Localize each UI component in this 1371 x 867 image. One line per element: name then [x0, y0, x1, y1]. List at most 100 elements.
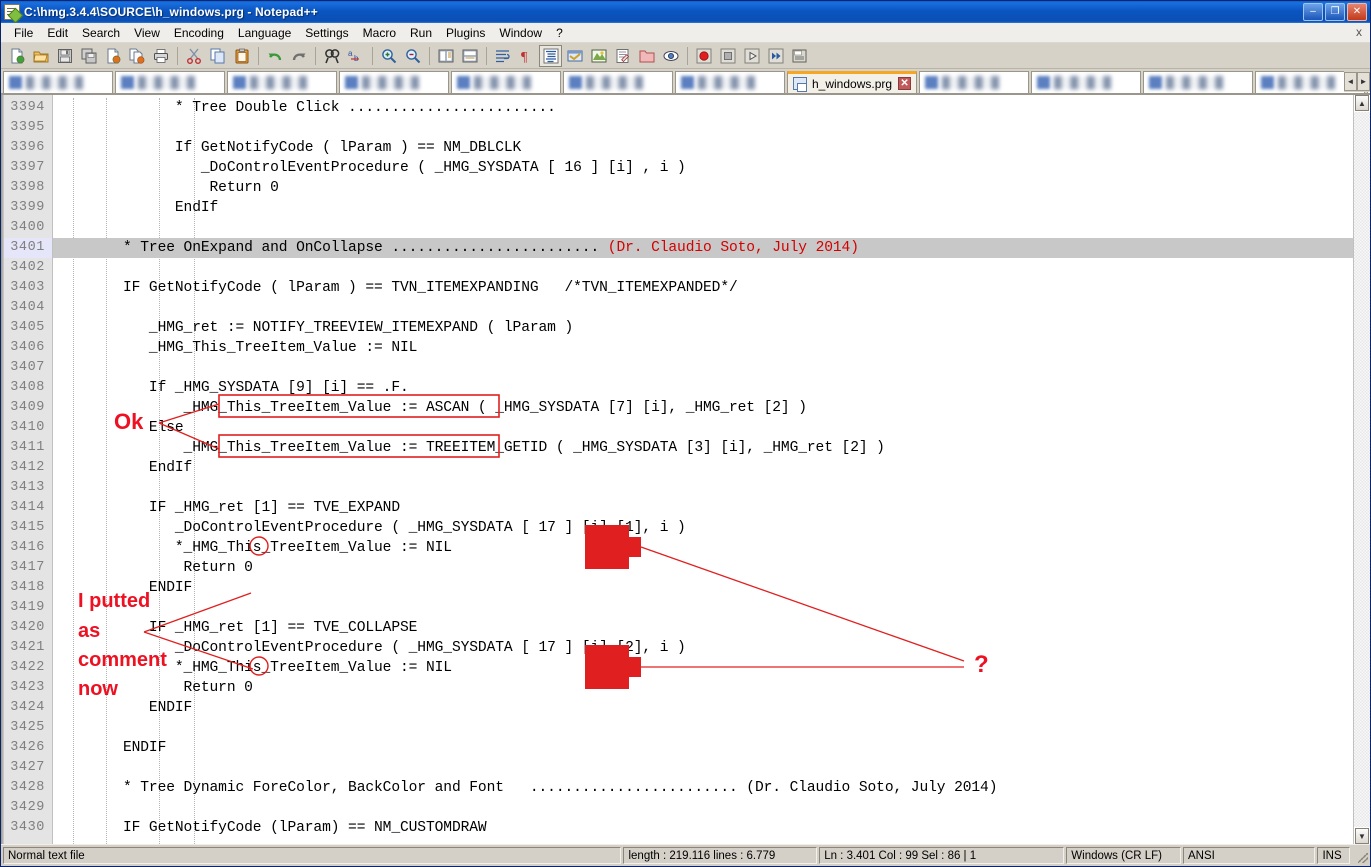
code-line[interactable]: ENDIF — [53, 738, 1370, 758]
toolbar-close-file-icon[interactable] — [101, 45, 124, 67]
menu-item-view[interactable]: View — [127, 24, 167, 42]
code-line[interactable]: EndIf — [53, 198, 1370, 218]
code-line[interactable] — [53, 598, 1370, 618]
menu-item-settings[interactable]: Settings — [298, 24, 355, 42]
toolbar-find-icon[interactable] — [320, 45, 343, 67]
code-line[interactable]: *_HMG_This_TreeItem_Value := NIL — [53, 658, 1370, 678]
toolbar-paste-icon[interactable] — [230, 45, 253, 67]
menu-item-[interactable]: ? — [549, 24, 570, 42]
tab-inactive[interactable]: █░█░█░█ — [3, 71, 113, 93]
code-line[interactable]: _DoControlEventProcedure ( _HMG_SYSDATA … — [53, 158, 1370, 178]
code-line[interactable]: If GetNotifyCode ( lParam ) == NM_DBLCLK — [53, 138, 1370, 158]
code-line[interactable]: ENDIF — [53, 698, 1370, 718]
vertical-scrollbar[interactable]: ▲ ▼ — [1353, 95, 1370, 844]
code-line[interactable] — [53, 258, 1370, 278]
toolbar-zoom-in-icon[interactable] — [377, 45, 400, 67]
code-line[interactable] — [53, 718, 1370, 738]
toolbar-replace-icon[interactable]: ab — [344, 45, 367, 67]
code-line[interactable]: _HMG_This_TreeItem_Value := TREEITEM_GET… — [53, 438, 1370, 458]
toolbar-cut-icon[interactable] — [182, 45, 205, 67]
code-line[interactable]: _HMG_This_TreeItem_Value := ASCAN ( _HMG… — [53, 398, 1370, 418]
toolbar-copy-icon[interactable] — [206, 45, 229, 67]
toolbar-new-file-icon[interactable] — [5, 45, 28, 67]
toolbar-sync-horizontal-icon[interactable] — [458, 45, 481, 67]
code-line[interactable]: If _HMG_SYSDATA [9] [i] == .F. — [53, 378, 1370, 398]
code-line[interactable]: _HMG_This_TreeItem_Value := NIL — [53, 338, 1370, 358]
code-line[interactable]: _DoControlEventProcedure ( _HMG_SYSDATA … — [53, 518, 1370, 538]
toolbar-indent-guide-icon[interactable] — [539, 44, 562, 67]
code-line[interactable]: IF GetNotifyCode ( lParam ) == TVN_ITEME… — [53, 278, 1370, 298]
code-line[interactable]: * Tree OnExpand and OnCollapse .........… — [53, 238, 1370, 258]
menu-item-plugins[interactable]: Plugins — [439, 24, 492, 42]
close-document-x[interactable]: x — [1356, 25, 1362, 39]
code-line[interactable]: _HMG_ret := NOTIFY_TREEVIEW_ITEMEXPAND (… — [53, 318, 1370, 338]
toolbar-stop-macro-icon[interactable] — [716, 45, 739, 67]
toolbar-run-multi-macro-icon[interactable] — [764, 45, 787, 67]
toolbar-save-macro-icon[interactable] — [788, 45, 811, 67]
code-line[interactable] — [53, 218, 1370, 238]
code-text-area[interactable]: * Tree Double Click ....................… — [53, 95, 1370, 844]
toolbar-doc-map-icon[interactable] — [587, 45, 610, 67]
menu-item-encoding[interactable]: Encoding — [167, 24, 231, 42]
toolbar-zoom-out-icon[interactable] — [401, 45, 424, 67]
code-line[interactable]: * Tree Double Click ....................… — [53, 98, 1370, 118]
toolbar-redo-icon[interactable] — [287, 45, 310, 67]
tab-inactive[interactable]: █░█░█░█ — [919, 71, 1030, 93]
tab-inactive[interactable]: █░█░█░█ — [1031, 71, 1142, 93]
tab-inactive[interactable]: █░█░█░█ — [115, 71, 225, 93]
code-line[interactable] — [53, 118, 1370, 138]
code-line[interactable] — [53, 358, 1370, 378]
toolbar-function-list-icon[interactable] — [611, 45, 634, 67]
toolbar-show-all-chars-icon[interactable]: ¶ — [515, 45, 538, 67]
tab-inactive[interactable]: █░█░█░█ — [339, 71, 449, 93]
toolbar-user-dialog-icon[interactable] — [563, 45, 586, 67]
code-line[interactable]: EndIf — [53, 458, 1370, 478]
code-line[interactable]: Return 0 — [53, 678, 1370, 698]
code-line[interactable]: Return 0 — [53, 178, 1370, 198]
tab-inactive[interactable]: █░█░█░█ — [563, 71, 673, 93]
menu-item-edit[interactable]: Edit — [40, 24, 75, 42]
menu-item-macro[interactable]: Macro — [356, 24, 403, 42]
code-line[interactable]: IF GetNotifyCode (lParam) == NM_CUSTOMDR… — [53, 818, 1370, 838]
maximize-button[interactable]: ❐ — [1325, 3, 1345, 21]
code-line[interactable]: _DoControlEventProcedure ( _HMG_SYSDATA … — [53, 638, 1370, 658]
close-button[interactable]: ✕ — [1347, 3, 1367, 21]
menu-item-run[interactable]: Run — [403, 24, 439, 42]
tab-scroll-left-button[interactable]: ◄ — [1344, 72, 1357, 91]
tab-inactive[interactable]: █░█░█░█ — [451, 71, 561, 93]
menu-item-language[interactable]: Language — [231, 24, 298, 42]
toolbar-record-macro-icon[interactable] — [692, 45, 715, 67]
toolbar-open-file-icon[interactable] — [29, 45, 52, 67]
code-line[interactable]: ENDIF — [53, 578, 1370, 598]
tab-inactive[interactable]: █░█░█░█ — [1143, 71, 1254, 93]
code-line[interactable]: * Tree Dynamic ForeColor, BackColor and … — [53, 778, 1370, 798]
menu-item-window[interactable]: Window — [492, 24, 549, 42]
code-line[interactable]: Else — [53, 418, 1370, 438]
tab-inactive[interactable]: █░█░█░█ — [675, 71, 785, 93]
code-line[interactable] — [53, 298, 1370, 318]
resize-grip-icon[interactable] — [1352, 847, 1368, 864]
toolbar-word-wrap-icon[interactable] — [491, 45, 514, 67]
tab-active-h-windows-prg[interactable]: h_windows.prg ✕ — [787, 71, 918, 93]
toolbar-save-all-icon[interactable] — [77, 45, 100, 67]
code-line[interactable] — [53, 478, 1370, 498]
vertical-scroll-track[interactable] — [1354, 112, 1370, 827]
tab-scroll-right-button[interactable]: ► — [1357, 72, 1370, 91]
code-line[interactable] — [53, 758, 1370, 778]
scroll-up-arrow-icon[interactable]: ▲ — [1355, 95, 1369, 111]
toolbar-print-icon[interactable] — [149, 45, 172, 67]
toolbar-close-all-icon[interactable] — [125, 45, 148, 67]
code-line[interactable]: IF _HMG_ret [1] == TVE_EXPAND — [53, 498, 1370, 518]
menu-item-file[interactable]: File — [7, 24, 40, 42]
code-line[interactable]: Return 0 — [53, 558, 1370, 578]
minimize-button[interactable]: – — [1303, 3, 1323, 21]
code-line[interactable]: IF _HMG_ret [1] == TVE_COLLAPSE — [53, 618, 1370, 638]
tab-close-icon[interactable]: ✕ — [898, 77, 912, 90]
toolbar-sync-vertical-icon[interactable] — [434, 45, 457, 67]
toolbar-play-macro-icon[interactable] — [740, 45, 763, 67]
code-line[interactable] — [53, 798, 1370, 818]
toolbar-monitoring-icon[interactable] — [659, 45, 682, 67]
toolbar-save-icon[interactable] — [53, 45, 76, 67]
toolbar-folder-workspace-icon[interactable] — [635, 45, 658, 67]
tab-inactive[interactable]: █░█░█░█ — [227, 71, 337, 93]
